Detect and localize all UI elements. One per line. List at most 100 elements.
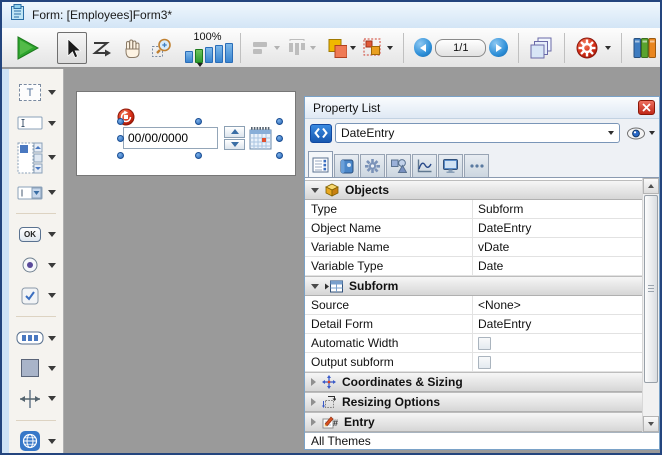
object-navigator-button[interactable] [310, 124, 332, 143]
list-tool-dropdown [48, 155, 56, 160]
group-button[interactable] [359, 32, 395, 64]
left-edge-strip [2, 69, 9, 453]
date-stepper[interactable] [224, 126, 245, 150]
radio-icon [21, 256, 39, 274]
zoom-bar-50[interactable] [185, 51, 193, 63]
toolbox-separator [16, 316, 56, 317]
property-grid-scrollbar[interactable] [642, 178, 659, 432]
property-tab-strip [305, 147, 659, 178]
selection-tool-button[interactable] [57, 32, 87, 64]
property-value[interactable]: DateEntry [473, 219, 642, 237]
entry-order-tool-button[interactable] [87, 32, 117, 64]
align-icon [251, 39, 270, 57]
selection-handle-nw[interactable] [117, 118, 124, 125]
splitter-tool[interactable] [16, 387, 56, 410]
tab-events[interactable] [412, 154, 437, 177]
tab-info[interactable] [334, 154, 359, 177]
scrollbar-thumb[interactable] [644, 195, 658, 383]
selection-handle-n[interactable] [195, 118, 202, 125]
selection-handle-ne[interactable] [276, 118, 283, 125]
dateentry-subform-object[interactable]: 00/00/0000 [123, 127, 218, 149]
combo-box-tool[interactable] [16, 181, 56, 204]
tab-display[interactable] [438, 154, 463, 177]
calendar-button[interactable] [249, 126, 272, 150]
toolbar-separator [564, 33, 565, 63]
cursor-arrow-icon [62, 37, 82, 59]
stepper-up-button[interactable] [224, 126, 245, 138]
input-tool-dropdown [48, 121, 56, 126]
button-tool[interactable]: OK [16, 223, 56, 246]
zoom-bar-100[interactable] [195, 49, 203, 63]
zoom-bar-800[interactable] [225, 43, 233, 63]
property-label: Variable Name [305, 238, 473, 256]
property-value[interactable]: vDate [473, 238, 642, 256]
expanded-arrow-icon [311, 188, 319, 193]
toolbox-separator [16, 213, 56, 214]
entry-icon: # [322, 415, 338, 429]
explorer-button[interactable] [629, 32, 660, 64]
form-canvas[interactable]: 00/00/0000 [76, 91, 296, 176]
monitor-tab-icon [442, 158, 459, 174]
text-tool[interactable]: T [16, 81, 56, 104]
rectangle-tool[interactable] [16, 357, 56, 380]
expanded-arrow-icon [311, 284, 319, 289]
scroll-up-button[interactable] [643, 178, 659, 194]
group-header-entry[interactable]: # Entry [305, 412, 642, 432]
property-grid-content: Objects Type Subform Object Name DateEnt… [305, 178, 642, 432]
zoom-tool-button[interactable] [147, 32, 177, 64]
tab-objects[interactable] [386, 154, 411, 177]
form-actions-button[interactable] [572, 32, 613, 64]
view-options-dropdown-arrow [649, 131, 655, 135]
selection-handle-w[interactable] [117, 135, 124, 142]
input-tool[interactable] [16, 111, 56, 134]
list-tab-icon [312, 157, 329, 173]
property-label: Object Name [305, 219, 473, 237]
property-list-title: Property List [313, 101, 380, 115]
display-pages-button[interactable] [526, 32, 557, 64]
hierarchical-list-tool[interactable] [16, 142, 56, 174]
tab-all-properties[interactable] [308, 151, 333, 177]
text-tool-dropdown [48, 90, 56, 95]
selection-handle-s[interactable] [195, 152, 202, 159]
group-header-resizing-options[interactable]: Resizing Options [305, 392, 642, 412]
collapsed-arrow-icon [311, 378, 316, 386]
property-value[interactable]: Date [473, 257, 642, 275]
property-value[interactable]: <None> [473, 296, 642, 314]
align-dropdown-arrow [274, 46, 280, 50]
output-subform-checkbox[interactable] [478, 356, 491, 369]
distribute-button[interactable] [283, 32, 319, 64]
group-header-coordinates-sizing[interactable]: Coordinates & Sizing [305, 372, 642, 392]
selection-handle-se[interactable] [276, 152, 283, 159]
web-area-tool[interactable] [16, 430, 56, 453]
selection-handle-sw[interactable] [117, 152, 124, 159]
toolbox-separator [16, 420, 56, 421]
tab-more[interactable] [464, 154, 489, 177]
level-button[interactable] [323, 32, 359, 64]
property-value[interactable]: DateEntry [473, 315, 642, 333]
execute-form-button[interactable] [10, 32, 43, 64]
view-options-button[interactable] [626, 126, 655, 141]
group-header-objects[interactable]: Objects [305, 180, 642, 200]
tab-settings[interactable] [360, 154, 385, 177]
next-page-button[interactable] [489, 38, 508, 57]
selection-handle-e[interactable] [276, 135, 283, 142]
level-icon [326, 37, 347, 59]
zoom-bar-400[interactable] [215, 45, 223, 63]
automatic-width-checkbox[interactable] [478, 337, 491, 350]
stepper-down-button[interactable] [224, 139, 245, 151]
scroll-down-button[interactable] [643, 416, 659, 432]
radio-button-tool[interactable] [16, 254, 56, 277]
previous-page-button[interactable] [414, 38, 433, 57]
web-area-icon [19, 430, 41, 452]
theme-filter-bar[interactable]: All Themes [305, 432, 659, 449]
move-tool-button[interactable] [117, 32, 147, 64]
group-header-subform[interactable]: Subform [305, 276, 642, 296]
button-grid-tool[interactable] [16, 326, 56, 349]
property-value[interactable]: Subform [473, 200, 642, 218]
zoom-bar-200[interactable] [205, 47, 213, 63]
align-button[interactable] [248, 32, 282, 64]
svg-text:#: # [333, 418, 338, 428]
close-button[interactable] [638, 100, 655, 115]
check-box-tool[interactable] [16, 284, 56, 307]
object-selector-combo[interactable]: DateEntry [335, 123, 620, 143]
